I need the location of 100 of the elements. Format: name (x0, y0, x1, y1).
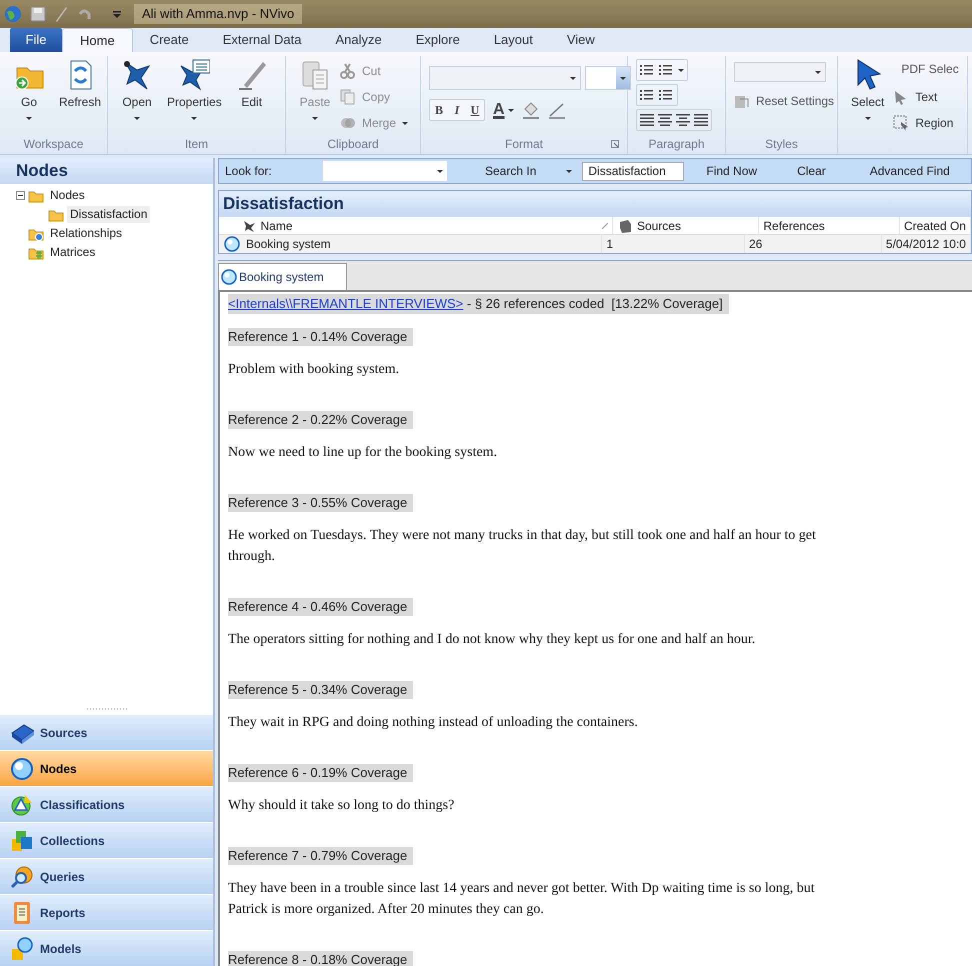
triangle-circle-icon (10, 792, 34, 816)
ribbon-section-label: PDF Selec (900, 61, 959, 78)
group-label: Paragraph (648, 136, 705, 153)
caret-icon (815, 70, 821, 74)
reference-heading: Reference 7 - 0.79% Coverage (228, 846, 414, 864)
reference-heading: Reference 5 - 0.34% Coverage (228, 680, 414, 698)
document-tab[interactable]: Booking system (218, 263, 347, 290)
column-header[interactable]: Created On (904, 216, 966, 234)
reference-heading: Reference 3 - 0.55% Coverage (228, 494, 414, 512)
ribbon-tab[interactable]: Explore (398, 28, 477, 52)
nav-button[interactable]: Reports (0, 894, 213, 930)
list-button-group[interactable] (636, 59, 688, 81)
reference-heading: Reference 2 - 0.22% Coverage (228, 410, 414, 428)
coding-summary: - § 26 references coded [13.22% Coverage] (466, 295, 723, 313)
ribbon-tab[interactable]: Create (132, 28, 206, 52)
ribbon-tab[interactable]: Home (62, 28, 133, 52)
group-label: Styles (765, 136, 798, 153)
dialog-launcher-icon (611, 140, 619, 148)
ribbon-tab[interactable]: View (550, 28, 612, 52)
alignment-button-group[interactable] (636, 109, 712, 131)
outdent-icon (640, 87, 655, 103)
tree-item[interactable]: Matrices (47, 244, 98, 261)
ribbon-button[interactable]: Open (116, 56, 158, 134)
italic-button[interactable]: I (448, 100, 466, 120)
caret-icon (402, 122, 408, 124)
group-label: Format (504, 136, 543, 153)
reference-heading: Reference 6 - 0.19% Coverage (228, 764, 414, 782)
group-label: Item (184, 136, 208, 153)
customize-icon (112, 9, 122, 19)
caret-icon (26, 117, 32, 120)
tree-item[interactable]: Dissatisfaction (67, 206, 150, 223)
search-in-field[interactable]: Dissatisfaction (582, 162, 684, 180)
indent-button-group[interactable] (636, 84, 678, 106)
align-right-icon (676, 112, 690, 128)
node-icon (121, 58, 153, 92)
window-title: Ali with Amma.nvp - NVivo (134, 4, 302, 24)
reference-text: He worked on Tuesdays. They were not many trucks in that day, but still took one and half an hour to get through. (228, 526, 817, 566)
properties-icon (178, 58, 210, 92)
bold-button[interactable]: B (430, 100, 448, 120)
shapes-icon (10, 936, 34, 960)
find-bar-button[interactable]: Advanced Find (870, 162, 950, 180)
reset-settings-button[interactable]: Reset Settings (734, 92, 834, 110)
source-link[interactable]: <Internals\\FREMANTLE INTERVIEWS> (228, 294, 464, 314)
ribbon-tab[interactable]: Analyze (318, 28, 399, 52)
sphere-icon (221, 269, 237, 285)
look-for-field[interactable] (323, 161, 447, 181)
caret-icon (620, 76, 626, 80)
column-header[interactable]: Name (260, 216, 598, 234)
find-bar-button[interactable]: Find Now (706, 162, 758, 180)
scissors-icon (340, 63, 356, 79)
ribbon-button[interactable]: Go (8, 56, 50, 134)
tree-item[interactable]: Relationships (47, 225, 126, 242)
find-bar-button[interactable]: Clear (797, 162, 826, 180)
nav-button[interactable]: Models (0, 930, 213, 966)
ribbon-button[interactable]: Edit (230, 56, 273, 134)
caret-icon (191, 117, 198, 120)
view-title: Dissatisfaction (223, 193, 344, 216)
nav-button[interactable]: Classifications (0, 786, 213, 822)
ribbon-button[interactable]: Text (893, 86, 959, 108)
reference-text: Why should it take so long to do things? (228, 796, 456, 814)
magnifier-icon (10, 864, 34, 888)
expander-icon[interactable] (16, 191, 25, 200)
merge-icon (340, 115, 356, 131)
ribbon-button[interactable]: Select (846, 56, 890, 134)
justify-icon (694, 112, 708, 128)
style-button-group[interactable]: B I U (429, 99, 485, 121)
caret-icon (134, 117, 140, 120)
reference-text: They wait in RPG and doing nothing instead of unloading the containers. (228, 714, 639, 732)
save-icon (30, 6, 46, 22)
ribbon-tab[interactable]: Layout (476, 28, 550, 52)
reference-text: The operators sitting for nothing and I do not know why they kept us for one and half an hour. (228, 630, 756, 648)
nav-button[interactable]: Collections (0, 822, 213, 858)
file-tab[interactable]: File (10, 28, 62, 52)
column-header[interactable]: Sources (636, 216, 754, 234)
underline-button[interactable]: U (466, 100, 484, 120)
table-cell-text: Booking system (246, 236, 331, 253)
search-in-button[interactable]: Search In (485, 162, 572, 180)
reference-heading: Reference 4 - 0.46% Coverage (228, 598, 414, 616)
group-label: Clipboard (327, 136, 379, 153)
squares-icon (10, 828, 34, 852)
table-cell-text: 5/04/2012 10:0 (886, 236, 966, 253)
ribbon-button[interactable]: Properties (162, 56, 227, 134)
ribbon-button[interactable]: Region (893, 112, 959, 134)
caret-icon (864, 117, 871, 120)
nav-button[interactable]: Nodes (0, 750, 213, 786)
table-cell-text: 1 (606, 236, 614, 253)
pin-icon (242, 218, 256, 232)
caret-icon (566, 170, 572, 172)
font-color-button[interactable]: A (493, 98, 514, 122)
sphere-icon (10, 756, 34, 780)
copy-icon (340, 89, 356, 105)
ribbon-button[interactable]: Refresh (54, 56, 106, 134)
nav-button[interactable]: Queries (0, 858, 213, 894)
tree-item[interactable]: Nodes (47, 187, 88, 204)
align-left-icon (640, 112, 654, 128)
ribbon-tab[interactable]: External Data (206, 28, 318, 52)
globe-icon (4, 5, 22, 23)
reset-icon (734, 93, 750, 109)
nav-button[interactable]: Sources (0, 714, 213, 750)
column-header[interactable]: References (763, 216, 895, 234)
